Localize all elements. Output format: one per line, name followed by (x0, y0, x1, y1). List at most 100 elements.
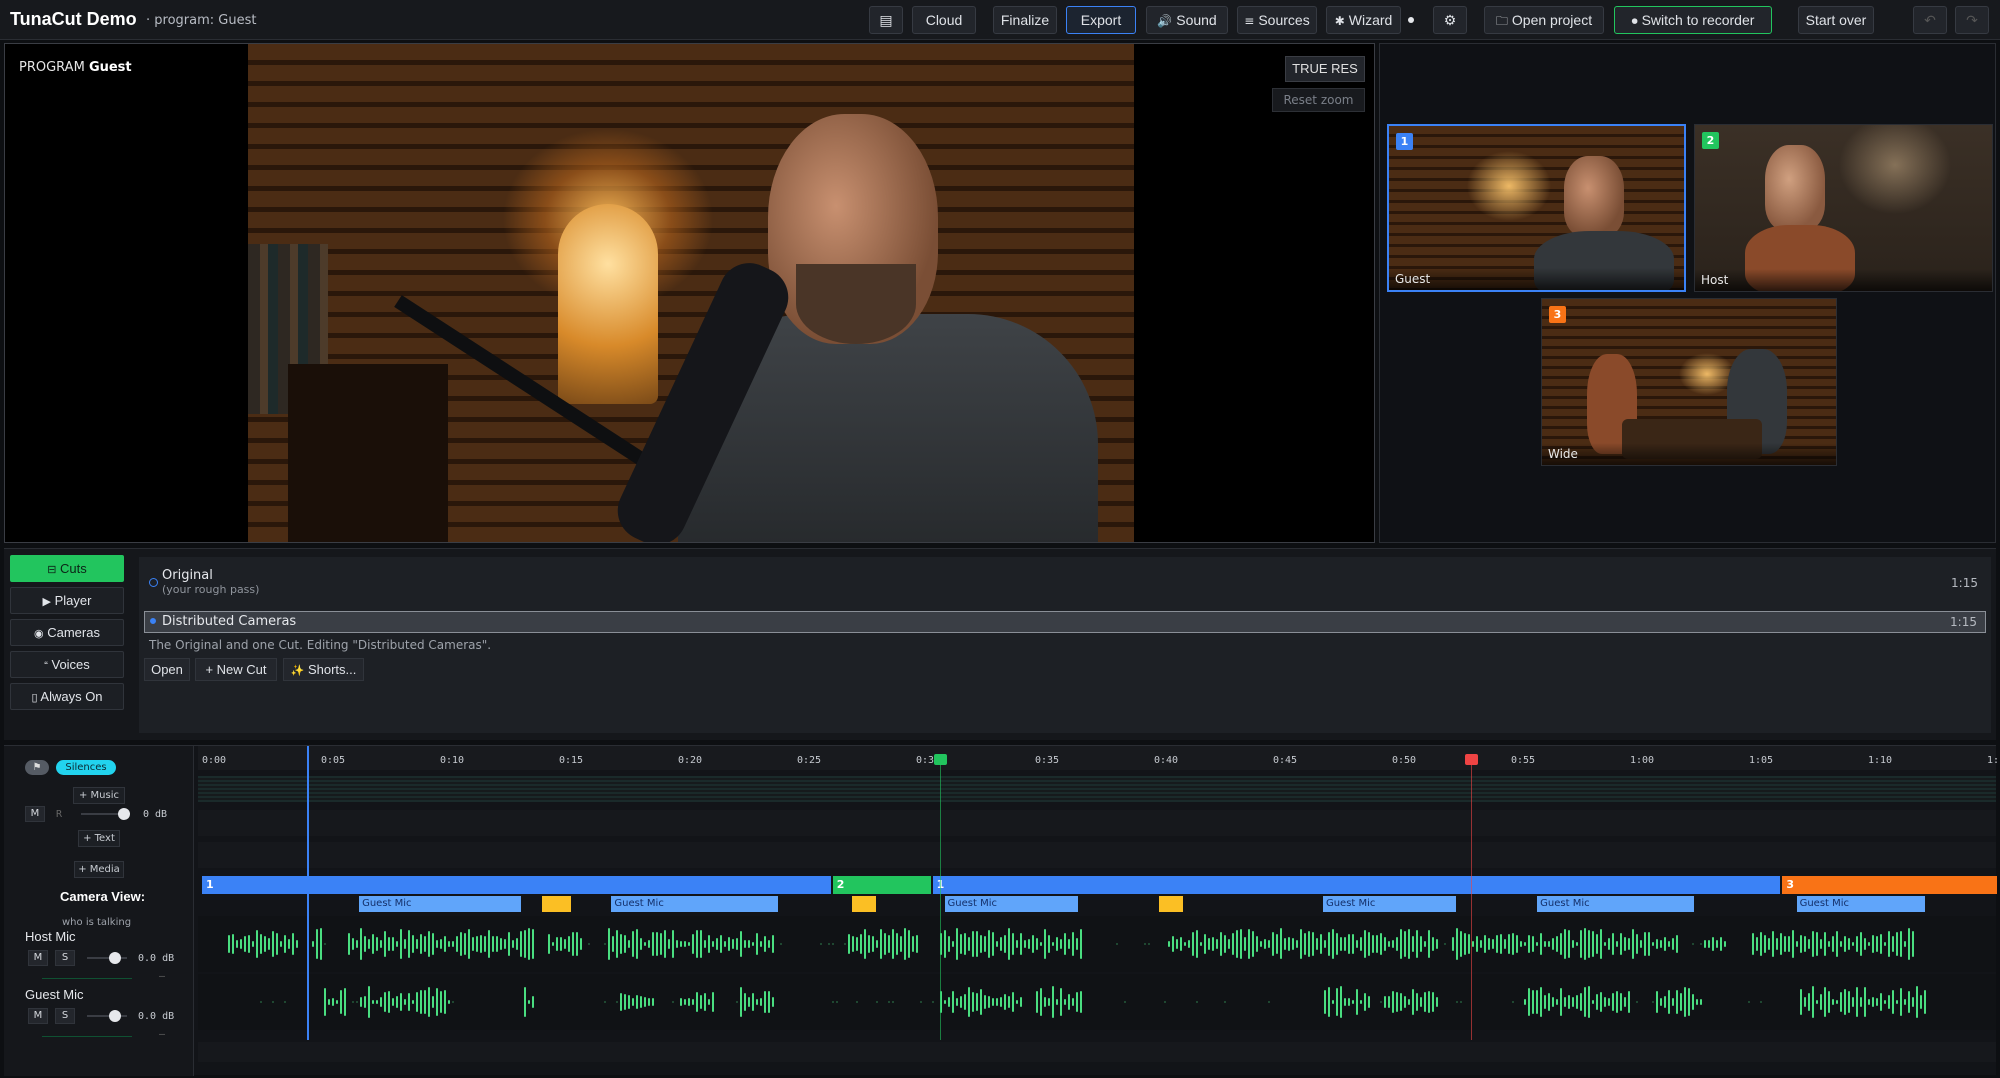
waveform-bar (1844, 989, 1846, 1015)
waveform-bar (836, 1001, 838, 1003)
camera-tile-guest[interactable]: 1 Guest (1387, 124, 1686, 292)
cut-item-original[interactable]: Original (your rough pass) 1:15 (144, 568, 1986, 602)
media-track[interactable] (198, 842, 1996, 868)
shorts-button[interactable]: ✨ Shorts... (283, 658, 364, 681)
camera-segment[interactable]: 2 (832, 876, 931, 894)
silences-toggle[interactable]: Silences (56, 760, 116, 775)
waveform-bar (1228, 938, 1230, 950)
waveform-bar (1888, 930, 1890, 957)
always-on-tab[interactable]: ▯ Always On (10, 683, 124, 710)
wizard-button[interactable]: ✱ Wizard (1326, 6, 1401, 34)
marker-flag-icon[interactable] (933, 754, 947, 765)
finalize-button[interactable]: Finalize (993, 6, 1057, 34)
cloud-button[interactable]: Cloud (912, 6, 976, 34)
waveform-bar (252, 940, 254, 948)
waveform-bar (256, 929, 258, 959)
camera-segment[interactable]: 3 (1782, 876, 1997, 894)
waveform-bar (1512, 1001, 1514, 1003)
music-track[interactable] (198, 776, 1996, 802)
start-over-button[interactable]: Start over (1798, 6, 1874, 34)
waveform-bar (624, 993, 626, 1011)
redo-button[interactable]: ↷ (1955, 6, 1989, 34)
flag-toggle[interactable]: ⚑ (25, 760, 49, 775)
guest-mute-button[interactable]: M (28, 1008, 48, 1024)
speaker-segment[interactable]: Guest Mic (1322, 896, 1457, 912)
playhead[interactable] (306, 746, 309, 1040)
speaker-segment[interactable] (1158, 896, 1183, 912)
host-volume-slider[interactable] (87, 957, 127, 959)
waveform-bar (512, 940, 514, 948)
music-mute-button[interactable]: M (25, 806, 45, 822)
waveform-bar (1332, 928, 1334, 960)
cuts-tab[interactable]: ⊟ Cuts (10, 555, 124, 582)
camera-tile-host[interactable]: 2 Host (1694, 124, 1993, 292)
speaker-segment[interactable]: Guest Mic (944, 896, 1078, 912)
waveform-bar (1392, 940, 1394, 948)
marker-line (939, 764, 941, 1040)
cut-radio[interactable] (149, 578, 158, 587)
new-cut-button[interactable]: + New Cut (195, 658, 277, 681)
settings-button[interactable]: ⚙ (1433, 6, 1467, 34)
speaker-segment[interactable]: Guest Mic (1796, 896, 1926, 912)
guest-solo-button[interactable]: S (55, 1008, 75, 1024)
program-status-text: program: Guest (154, 13, 257, 28)
undo-button[interactable]: ↶ (1913, 6, 1947, 34)
waveform-bar (1444, 943, 1446, 945)
switch-recorder-button[interactable]: ⏺ Switch to recorder (1614, 6, 1772, 34)
add-text-button[interactable]: + Text (78, 830, 120, 847)
true-res-button[interactable]: TRUE RES (1285, 56, 1365, 82)
music-volume-knob[interactable] (118, 808, 130, 820)
waveform-bar (1060, 939, 1062, 949)
add-music-button[interactable]: + Music (73, 787, 125, 804)
add-media-button[interactable]: + Media (74, 861, 124, 878)
guest-volume-knob[interactable] (109, 1010, 121, 1022)
ruler-tick-label: 1:00 (1630, 755, 1655, 766)
speaker-segment[interactable]: Guest Mic (1537, 896, 1695, 912)
timeline-tracks[interactable]: 1213Guest MicGuest MicGuest MicGuest Mic… (198, 746, 1997, 1076)
camera-segment[interactable]: 1 (932, 876, 1781, 894)
waveform-bar (1748, 1001, 1750, 1003)
program-video-frame (248, 44, 1134, 542)
waveform-bar (1544, 940, 1546, 948)
sound-button[interactable]: 🔊 Sound (1146, 6, 1228, 34)
host-solo-button[interactable]: S (55, 950, 75, 966)
host-volume-knob[interactable] (109, 952, 121, 964)
open-cut-button[interactable]: Open (144, 658, 190, 681)
export-button[interactable]: Export (1066, 6, 1136, 34)
waveform-bar (992, 931, 994, 957)
waveform-bar (700, 995, 702, 1009)
camera-tile-wide[interactable]: 3 Wide (1541, 298, 1837, 466)
text-track[interactable] (198, 810, 1996, 836)
cameras-tab[interactable]: ◉ Cameras (10, 619, 124, 646)
reset-zoom-button[interactable]: Reset zoom (1272, 88, 1365, 112)
waveform-bar (1016, 939, 1018, 949)
player-tab[interactable]: ▶ Player (10, 587, 124, 614)
speaker-segment[interactable] (851, 896, 876, 912)
marker-flag-icon[interactable] (1464, 754, 1478, 765)
speaker-segment[interactable]: Guest Mic (611, 896, 778, 912)
waveform-bar (1328, 986, 1330, 1018)
guest-volume-slider[interactable] (87, 1015, 127, 1017)
sources-button[interactable]: ≡ Sources (1237, 6, 1317, 34)
time-ruler[interactable]: 0:00 0:05 0:10 0:15 0:20 0:25 0:30 0:35 0:40 0:45… (198, 746, 1999, 770)
cut-radio-selected[interactable] (150, 618, 156, 624)
waveform-bar (1896, 999, 1898, 1005)
waveform-bar (1020, 932, 1022, 956)
menu-button[interactable]: ▤ (869, 6, 903, 34)
camera-segment[interactable]: 1 (202, 876, 831, 894)
waveform-bar (1432, 937, 1434, 951)
speaker-segment[interactable]: Guest Mic (359, 896, 521, 912)
waveform-bar (960, 995, 962, 1009)
guest-audio-track[interactable] (198, 974, 1996, 1030)
open-project-button[interactable]: 🗀 Open project (1484, 6, 1604, 34)
waveform-bar (1572, 939, 1574, 949)
waveform-bar (1552, 996, 1554, 1008)
voices-tab[interactable]: “ Voices (10, 651, 124, 678)
waveform-bar (1328, 932, 1330, 956)
cut-item-distributed-cameras[interactable]: Distributed Cameras 1:15 (144, 611, 1986, 633)
speaker-segment[interactable] (542, 896, 571, 912)
program-monitor[interactable]: PROGRAM Guest TRUE RES Reset zoom (4, 43, 1375, 543)
waveform-bar (1680, 993, 1682, 1011)
host-mute-button[interactable]: M (28, 950, 48, 966)
waveform-bar (1056, 998, 1058, 1006)
